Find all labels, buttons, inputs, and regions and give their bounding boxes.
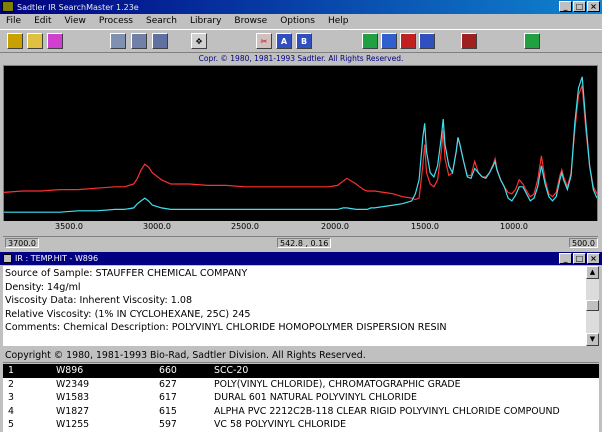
zoom-in-icon[interactable] [381,33,397,49]
zoom-icon[interactable] [362,33,378,49]
hit-name: DURAL 601 NATURAL POLYVINYL CHLORIDE [214,392,417,403]
open-icon[interactable] [7,33,23,49]
spectrum-chart [4,76,597,213]
result-maximize-button[interactable]: □ [573,253,586,264]
info-scrollbar[interactable]: ▲ ▼ [586,266,599,346]
result-window-title-bar: IR : TEMP.HIT - W896 _ □ × [0,252,602,265]
airplane-icon[interactable]: A [276,33,292,49]
hit-id: W896 [56,365,84,376]
hit-list: 1 W896 660 SCC-20 2 W2349 627 POLY(VINYL… [3,364,599,432]
tick-label: 3000.0 [143,222,171,231]
menu-help[interactable]: Help [328,16,349,26]
cut-peaks-icon[interactable]: ✂ [256,33,272,49]
right-limit-value: 500.0 [569,238,598,248]
tick-label: 3500.0 [55,222,83,231]
move-icon[interactable]: ✥ [191,33,207,49]
hit-row[interactable]: 4 W1827 615 ALPHA PVC 2212C2B-118 CLEAR … [3,405,599,419]
scroll-up-button[interactable]: ▲ [586,266,599,279]
close-button[interactable]: × [587,1,600,12]
hit-row[interactable]: 1 W896 660 SCC-20 [3,364,599,378]
window-title: Sadtler IR SearchMaster 1.23e [17,2,139,12]
tick-label: 2500.0 [231,222,259,231]
hit-id: W1255 [56,419,90,430]
menu-view[interactable]: View [65,16,86,26]
chart-icon[interactable] [524,33,540,49]
sample-info-panel: Source of Sample: STAUFFER CHEMICAL COMP… [3,266,586,346]
hit-score: 615 [159,405,177,417]
hit-rank: 3 [8,392,14,403]
spectrum-plot[interactable] [3,65,598,235]
tick-label: 2000.0 [321,222,349,231]
menu-process[interactable]: Process [99,16,133,26]
title-bar: Sadtler IR SearchMaster 1.23e _ □ × [0,0,602,14]
search-icon[interactable] [110,33,126,49]
hit-name: SCC-20 [214,365,249,376]
result-minimize-button[interactable]: _ [559,253,572,264]
toolbar: ✥ ✂ A B [0,29,602,53]
hit-id: W1827 [56,405,90,417]
unknown-spectrum-line [4,85,597,201]
compare-icon[interactable]: B [296,33,312,49]
cursor-readout: 542.8 , 0.16 [277,238,332,248]
print-icon[interactable] [47,33,63,49]
menu-bar: File Edit View Process Search Library Br… [0,14,602,28]
hit-id: W2349 [56,378,90,390]
folder-icon[interactable] [27,33,43,49]
hit-row[interactable]: 2 W2349 627 POLY(VINYL CHLORIDE), CHROMA… [3,378,599,392]
menu-options[interactable]: Options [280,16,315,26]
scroll-down-button[interactable]: ▼ [586,333,599,346]
result-window-title: IR : TEMP.HIT - W896 [15,254,99,263]
main-window: Sadtler IR SearchMaster 1.23e _ □ × File… [0,0,602,432]
hit-name: POLY(VINYL CHLORIDE), CHROMATOGRAPHIC GR… [214,378,461,390]
zoom-out-icon[interactable] [400,33,416,49]
hit-rank: 1 [8,365,14,376]
result-close-button[interactable]: × [587,253,600,264]
hit-rank: 5 [8,419,14,430]
info-line: Comments: Chemical Description: POLYVINY… [5,322,447,333]
hit-row[interactable]: 5 W1255 597 VC 58 POLYVINYL CHLORIDE [3,418,599,432]
minimize-button[interactable]: _ [559,1,572,12]
hit-score: 660 [159,365,177,376]
menu-library[interactable]: Library [190,16,221,26]
hit-score: 597 [159,419,177,430]
maximize-button[interactable]: □ [573,1,586,12]
menu-browse[interactable]: Browse [234,16,267,26]
hit-id: W1583 [56,392,90,403]
library-search-icon[interactable] [131,33,147,49]
copyright-notice: Copr. © 1980, 1981-1993 Sadtler. All Rig… [0,53,602,64]
result-window-icon[interactable] [3,254,12,263]
range-readout-bar: 3700.0 542.8 , 0.16 500.0 [3,236,598,249]
tick-label: 1000.0 [500,222,528,231]
hit-name: VC 58 POLYVINYL CHLORIDE [214,419,346,430]
left-limit-value: 3700.0 [5,238,39,248]
zoom-fit-icon[interactable] [419,33,435,49]
info-line: Density: 14g/ml [5,281,81,293]
info-line: Relative Viscosity: (1% IN CYCLOHEXANE, … [5,308,251,320]
hit-rank: 4 [8,405,14,417]
hit-score: 627 [159,378,177,390]
info-line: Source of Sample: STAUFFER CHEMICAL COMP… [5,268,248,279]
hit-name: ALPHA PVC 2212C2B-118 CLEAR RIGID POLYVI… [214,405,560,417]
hit-score: 617 [159,392,177,403]
menu-file[interactable]: File [6,16,21,26]
app-icon[interactable] [2,1,14,12]
x-axis-ticks: 3500.0 3000.0 2500.0 2000.0 1500.0 1000.… [3,221,598,235]
tick-label: 1500.0 [411,222,439,231]
hits-copyright-header: Copyright © 1980, 1981-1993 Bio-Rad, Sad… [3,349,599,363]
info-line: Viscosity Data: Inherent Viscosity: 1.08 [5,295,193,306]
search-options-icon[interactable] [152,33,168,49]
hit-row[interactable]: 3 W1583 617 DURAL 601 NATURAL POLYVINYL … [3,391,599,405]
hit-rank: 2 [8,378,14,390]
book-icon[interactable] [461,33,477,49]
menu-search[interactable]: Search [146,16,177,26]
menu-edit[interactable]: Edit [34,16,51,26]
scroll-thumb[interactable] [586,300,599,311]
